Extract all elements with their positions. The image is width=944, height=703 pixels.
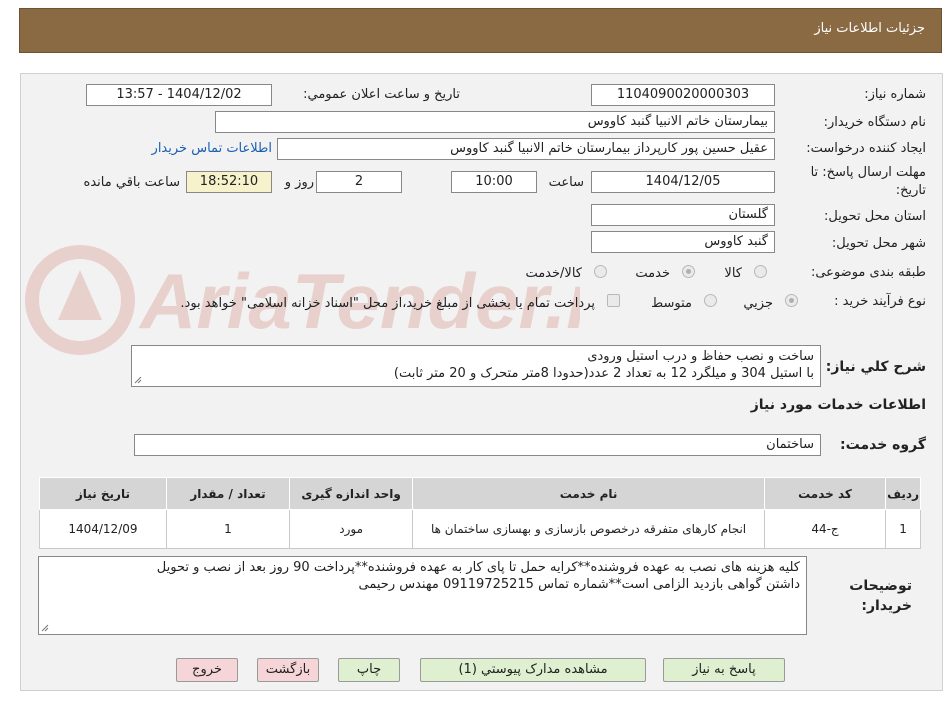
exit-button[interactable]: خروج [176,658,238,682]
cell-need-date: 1404/12/09 [39,509,167,549]
announce-field: 1404/12/02 - 13:57 [86,84,272,106]
view-attachments-button[interactable]: مشاهده مدارک پیوستي (1) [420,658,646,682]
requester-field: عقیل حسین پور کارپرداز بیمارستان خاتم ال… [277,138,775,160]
cell-row-number: 1 [885,509,921,549]
process-medium-radio[interactable] [704,294,717,307]
category-service-radio[interactable] [682,265,695,278]
col-service-name: نام خدمت [412,477,765,510]
page-title: جزئیات اطلاعات نیاز [814,21,925,36]
buyer-notes-line-2: داشتن گواهی بازدید الزامی است**شماره تما… [358,577,800,592]
remaining-label: ساعت باقي مانده [83,175,180,190]
cell-unit: مورد [289,509,414,549]
services-table: رديف کد خدمت نام خدمت واحد اندازه گیری ت… [39,477,921,549]
col-unit: واحد اندازه گیری [289,477,414,510]
service-group-field: ساختمان [134,434,821,456]
col-service-code: کد خدمت [763,477,887,510]
col-need-date: تاریخ نیاز [39,477,167,510]
back-button[interactable]: بازگشت [257,658,319,682]
print-button[interactable]: چاپ [338,658,400,682]
description-label: شرح کلي نیاز: [825,359,926,375]
category-goods-radio[interactable] [754,265,767,278]
buyer-notes-label-2: خریدار: [861,598,912,614]
process-type-label: نوع فرآیند خرید : [834,294,926,309]
payment-note: پرداخت تمام یا بخشی از مبلغ خرید،از محل … [180,296,595,311]
description-line-1: ساخت و نصب حفاظ و درب استیل ورودی [587,349,814,364]
buyer-field: بیمارستان خاتم الانبیا گنبد کاووس [215,111,775,133]
description-textarea[interactable]: ساخت و نصب حفاظ و درب استیل ورودی با است… [131,345,821,387]
process-minor-radio[interactable] [785,294,798,307]
page-header: جزئیات اطلاعات نیاز [19,8,942,53]
deadline-time-field: 10:00 [451,171,537,193]
category-goods-service-label: کالا/خدمت [525,266,582,281]
province-field: گلستان [591,204,775,226]
days-label: روز و [284,175,314,190]
process-minor-label: جزیي [743,296,773,311]
requester-label: ایجاد کننده درخواست: [806,141,926,156]
treasury-bonds-checkbox[interactable] [607,294,620,307]
category-label: طبقه بندی موضوعی: [810,265,926,280]
col-row-number: رديف [885,477,921,510]
city-field: گنبد کاووس [591,231,775,253]
resize-grip-icon[interactable] [41,624,49,632]
reply-button[interactable]: پاسخ به نیاز [663,658,785,682]
buyer-contact-link[interactable]: اطلاعات تماس خریدار [152,141,272,156]
cell-service-name: انجام کارهای متفرقه درخصوص بازسازی و بهس… [412,509,765,549]
deadline-hour-label: ساعت [548,175,584,190]
resize-grip-icon[interactable] [134,376,142,384]
service-group-label: گروه خدمت: [840,437,926,453]
deadline-date-field: 1404/12/05 [591,171,775,193]
province-label: استان محل تحویل: [824,209,926,224]
process-medium-label: متوسط [651,296,692,311]
services-section-title: اطلاعات خدمات مورد نیاز [750,397,926,413]
buyer-notes-line-1: کلیه هزینه های نصب به عهده فروشنده**کرای… [156,560,800,575]
table-header-row: رديف کد خدمت نام خدمت واحد اندازه گیری ت… [39,477,921,510]
category-service-label: خدمت [635,266,670,281]
remaining-time-field: 18:52:10 [186,171,272,193]
announce-label: تاریخ و ساعت اعلان عمومي: [303,87,460,102]
need-number-field: 1104090020000303 [591,84,775,106]
cell-quantity: 1 [165,509,291,549]
deadline-label: مهلت ارسال پاسخ: تا تاریخ: [810,165,926,198]
category-goods-label: کالا [724,266,742,281]
buyer-notes-label-1: توضیحات [849,578,912,594]
buyer-notes-textarea[interactable]: کلیه هزینه های نصب به عهده فروشنده**کرای… [38,556,807,635]
description-line-2: با استیل 304 و میلگرد 12 به تعداد 2 عدد(… [393,366,814,381]
col-quantity: تعداد / مقدار [165,477,291,510]
buyer-label: نام دستگاه خريدار: [823,115,926,130]
table-row: 1 ج-44 انجام کارهای متفرقه درخصوص بازساز… [39,509,921,549]
category-goods-service-radio[interactable] [594,265,607,278]
days-remaining-field: 2 [316,171,402,193]
need-number-label: شماره نیاز: [864,87,926,102]
city-label: شهر محل تحویل: [831,236,926,251]
cell-service-code: ج-44 [763,509,887,549]
